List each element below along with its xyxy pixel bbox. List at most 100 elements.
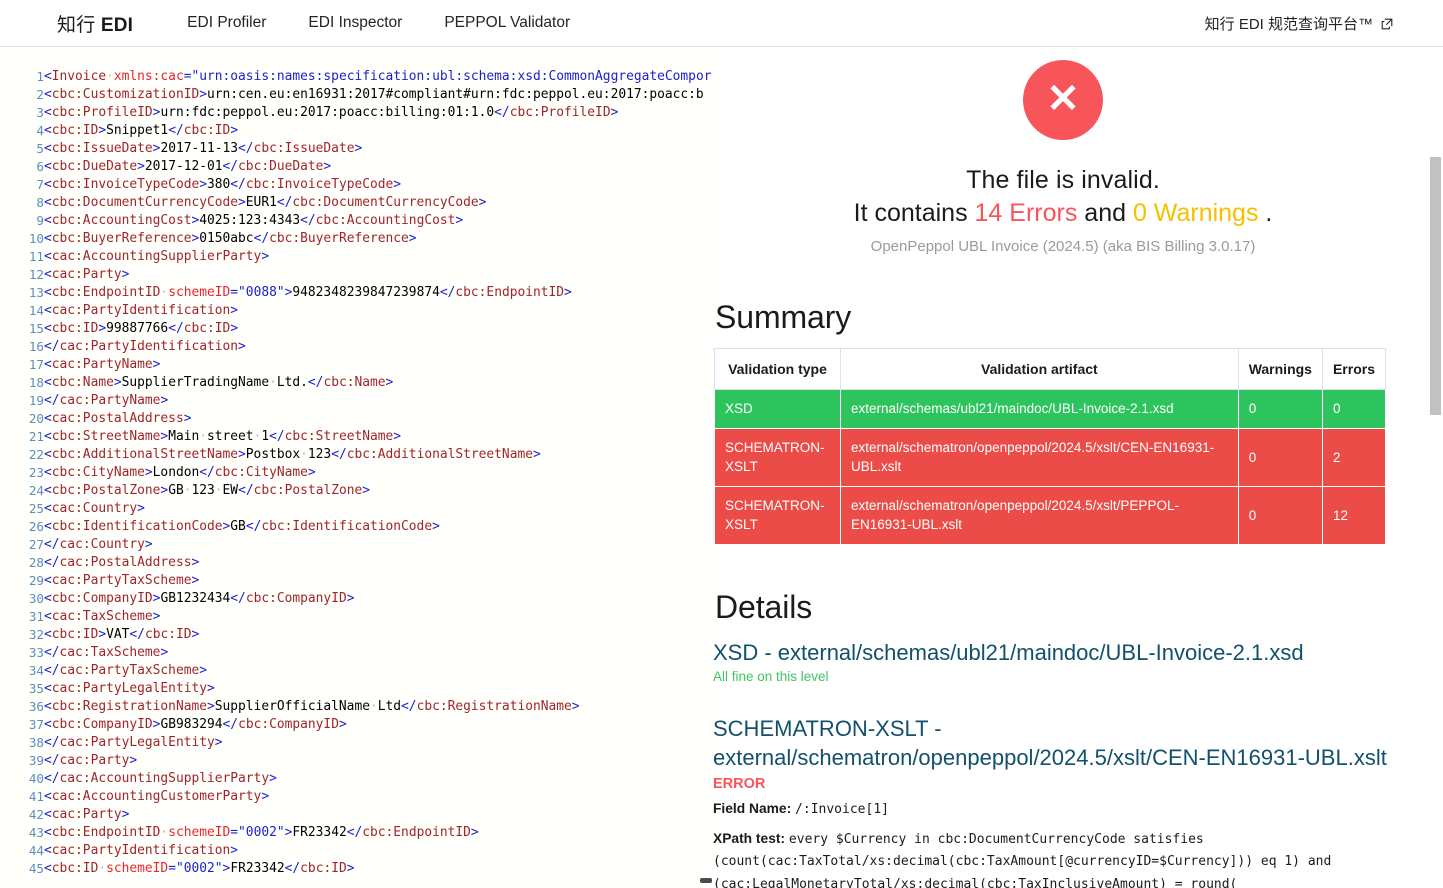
- code-line-content[interactable]: <cbc:EndpointID·schemeID="0088">94823482…: [44, 284, 711, 302]
- code-line-content[interactable]: <cbc:InvoiceTypeCode>380</cbc:InvoiceTyp…: [44, 176, 711, 194]
- code-line-content[interactable]: <cbc:CompanyID>GB983294</cbc:CompanyID>: [44, 716, 711, 734]
- code-line-number: 41: [28, 789, 44, 804]
- code-line-content[interactable]: <cac:PartyTaxScheme>: [44, 572, 711, 590]
- code-token: </: [238, 483, 254, 498]
- code-line-content[interactable]: <cbc:EndpointID·schemeID="0002">FR23342<…: [44, 824, 711, 842]
- summary-cell-type: SCHEMATRON-XSLT: [714, 427, 841, 487]
- brand-logo-cn: 知行: [57, 14, 96, 36]
- nav-link-peppol-validator[interactable]: PEPPOL Validator: [444, 14, 570, 32]
- code-token: <: [44, 105, 52, 120]
- code-line-content[interactable]: <cbc:CityName>London</cbc:CityName>: [44, 464, 711, 482]
- code-token: 9482348239847239874: [292, 285, 440, 300]
- code-line-content[interactable]: <Invoice·xmlns:cac="urn:oasis:names:spec…: [44, 68, 711, 86]
- code-line: 12 <cac:Party>: [0, 266, 711, 284]
- code-line-content[interactable]: </cac:PartyLegalEntity>: [44, 734, 711, 752]
- code-line-content[interactable]: <cac:PartyLegalEntity>: [44, 680, 711, 698]
- code-token: >: [261, 789, 270, 804]
- xml-source-pane[interactable]: 1 <Invoice·xmlns:cac="urn:oasis:names:spe…: [0, 48, 712, 888]
- validation-headline: The file is invalid.: [966, 166, 1160, 194]
- code-token: >: [532, 447, 541, 462]
- code-line-content[interactable]: </cac:PartyIdentification>: [44, 338, 711, 356]
- xml-source-scroll[interactable]: 1 <Invoice·xmlns:cac="urn:oasis:names:spe…: [0, 48, 712, 878]
- code-line-content[interactable]: <cac:AccountingSupplierParty>: [44, 248, 711, 266]
- code-token: street: [207, 429, 254, 444]
- nav-external-platform-link[interactable]: 知行 EDI 规范查询平台™: [1205, 0, 1393, 47]
- code-line-content[interactable]: <cbc:ID>Snippet1</cbc:ID>: [44, 122, 711, 140]
- code-horizontal-scrollbar[interactable]: [700, 878, 712, 883]
- code-line-content[interactable]: <cbc:AdditionalStreetName>Postbox·123</c…: [44, 446, 711, 464]
- summary-cell-warnings: 0: [1237, 427, 1323, 487]
- validation-result-pane[interactable]: ✕ The file is invalid. It contains 14 Er…: [713, 48, 1443, 888]
- code-token: <: [44, 501, 52, 516]
- code-line-content[interactable]: </cac:PartyName>: [44, 392, 711, 410]
- code-line-content[interactable]: <cbc:DueDate>2017-12-01</cbc:DueDate>: [44, 158, 711, 176]
- code-line-content[interactable]: </cac:PostalAddress>: [44, 554, 711, 572]
- summary-col-validation-artifact: Validation artifact: [840, 348, 1239, 390]
- details-xpath-value: every $Currency in cbc:DocumentCurrencyC…: [713, 831, 1340, 888]
- code-line: 13 <cbc:EndpointID·schemeID="0088">948234…: [0, 284, 711, 302]
- code-line: 19 </cac:PartyName>: [0, 392, 711, 410]
- code-token: </: [439, 285, 456, 300]
- code-line-content[interactable]: <cbc:BuyerReference>0150abc</cbc:BuyerRe…: [44, 230, 711, 248]
- code-token: </: [269, 429, 285, 444]
- code-line-content[interactable]: <cbc:StreetName>Main·street·1</cbc:Stree…: [44, 428, 711, 446]
- code-line-content[interactable]: <cbc:IdentificationCode>GB</cbc:Identifi…: [44, 518, 711, 536]
- code-token: =: [230, 825, 239, 840]
- code-line-content[interactable]: <cbc:RegistrationName>SupplierOfficialNa…: [44, 698, 711, 716]
- nav-link-edi-profiler[interactable]: EDI Profiler: [187, 14, 266, 32]
- code-line-content[interactable]: <cac:Country>: [44, 500, 711, 518]
- code-line-content[interactable]: <cac:Party>: [44, 266, 711, 284]
- code-token: cac:AccountingSupplierParty: [59, 771, 270, 786]
- code-line: 31 <cac:TaxScheme>: [0, 608, 711, 626]
- code-line-content[interactable]: <cac:PostalAddress>: [44, 410, 711, 428]
- code-line-number: 42: [28, 807, 44, 822]
- code-token: cbc:ID: [183, 123, 231, 138]
- code-line: 6 <cbc:DueDate>2017-12-01</cbc:DueDate>: [0, 158, 711, 176]
- code-line-content[interactable]: <cbc:ProfileID>urn:fdc:peppol.eu:2017:po…: [44, 104, 711, 122]
- code-line-content[interactable]: <cbc:Name>SupplierTradingName·Ltd.</cbc:…: [44, 374, 711, 392]
- code-line-content[interactable]: <cbc:CustomizationID>urn:cen.eu:en16931:…: [44, 86, 711, 104]
- code-line-content[interactable]: <cac:PartyName>: [44, 356, 711, 374]
- code-line-content[interactable]: </cac:Party>: [44, 752, 711, 770]
- code-line-content[interactable]: </cac:AccountingSupplierParty>: [44, 770, 711, 788]
- code-token: Ltd: [377, 699, 402, 714]
- nav-link-edi-inspector[interactable]: EDI Inspector: [308, 14, 402, 32]
- code-token: 380: [207, 177, 231, 192]
- code-line-content[interactable]: </cac:Country>: [44, 536, 711, 554]
- code-line-content[interactable]: <cbc:CompanyID>GB1232434</cbc:CompanyID>: [44, 590, 711, 608]
- code-line-content[interactable]: <cbc:ID·schemeID="0002">FR23342</cbc:ID>: [44, 860, 711, 878]
- code-token: >: [160, 645, 169, 660]
- code-line-content[interactable]: <cbc:IssueDate>2017-11-13</cbc:IssueDate…: [44, 140, 711, 158]
- code-line: 2 <cbc:CustomizationID>urn:cen.eu:en16931…: [0, 86, 711, 104]
- summary-cell-errors: 2: [1321, 427, 1387, 487]
- code-line-content[interactable]: <cbc:PostalZone>GB·123·EW</cbc:PostalZon…: [44, 482, 711, 500]
- summary-table-head: Validation type Validation artifact Warn…: [714, 348, 1387, 390]
- page-scrollbar-track[interactable]: [1428, 48, 1443, 888]
- page-scrollbar-thumb[interactable]: [1430, 157, 1441, 415]
- code-line-content[interactable]: </cac:TaxScheme>: [44, 644, 711, 662]
- code-line-content[interactable]: <cbc:ID>99887766</cbc:ID>: [44, 320, 711, 338]
- code-line-content[interactable]: </cac:PartyTaxScheme>: [44, 662, 711, 680]
- code-line: 33 </cac:TaxScheme>: [0, 644, 711, 662]
- code-token: </: [238, 141, 254, 156]
- code-line-content[interactable]: <cac:TaxScheme>: [44, 608, 711, 626]
- code-line-content[interactable]: <cbc:DocumentCurrencyCode>EUR1</cbc:Docu…: [44, 194, 711, 212]
- code-line-content[interactable]: <cac:AccountingCustomerParty>: [44, 788, 711, 806]
- code-line-content[interactable]: <cac:PartyIdentification>: [44, 842, 711, 860]
- code-line-content[interactable]: <cac:Party>: [44, 806, 711, 824]
- brand-logo[interactable]: 知行 EDI: [57, 10, 133, 37]
- code-line-content[interactable]: <cbc:ID>VAT</cbc:ID>: [44, 626, 711, 644]
- summary-table-body: XSD external/schemas/ubl21/maindoc/UBL-In…: [714, 389, 1387, 545]
- code-token: cbc:DocumentCurrencyCode: [292, 195, 479, 210]
- code-token: cbc:IssueDate: [253, 141, 355, 156]
- code-token: cbc:InvoiceTypeCode: [51, 177, 200, 192]
- code-token: >: [121, 267, 130, 282]
- code-token: cbc:CompanyID: [51, 717, 153, 732]
- code-line-number: 8: [36, 195, 44, 210]
- code-token: <: [44, 177, 52, 192]
- code-line-content[interactable]: <cbc:AccountingCost>4025:123:4343</cbc:A…: [44, 212, 711, 230]
- code-line: 26 <cbc:IdentificationCode>GB</cbc:Identi…: [0, 518, 711, 536]
- code-line-number: 22: [28, 447, 44, 462]
- details-field-name-label: Field Name:: [713, 800, 792, 816]
- code-line-content[interactable]: <cac:PartyIdentification>: [44, 302, 711, 320]
